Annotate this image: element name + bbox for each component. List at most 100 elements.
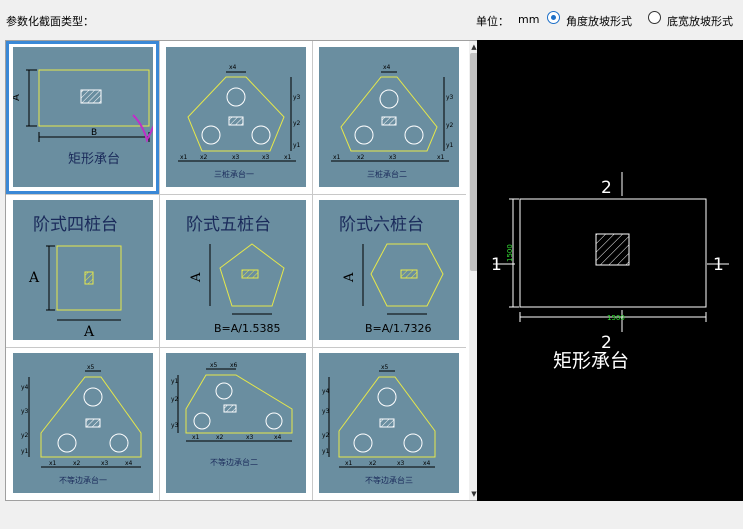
gallery-item-three-pile-cap-1[interactable]: x4 y3 y2 y1 x1 x2 x3 x3 x1 三桩承台一	[159, 41, 312, 194]
svg-text:y3: y3	[171, 422, 179, 429]
thumbnail: A B 矩形承台	[13, 47, 153, 187]
svg-text:y2: y2	[171, 396, 179, 403]
svg-text:x3: x3	[389, 154, 397, 161]
svg-text:x2: x2	[357, 154, 365, 161]
svg-text:x4: x4	[274, 434, 282, 441]
svg-text:x1: x1	[180, 154, 188, 161]
svg-text:A: A	[342, 272, 357, 283]
unequal-cap-3-diagram: x5 y4 y3 y2 y1 x1 x2 x3 x4 不等边承台三	[322, 364, 436, 485]
three-pile-cap-2-diagram: x4 y3 y2 y1 x1 x2 x3 x1 三桩承台二	[331, 64, 454, 179]
thumbnail: x5 y4 y3 y2 y1 x1 x2 x3 x4 不等边承台三	[319, 353, 459, 493]
svg-text:y1: y1	[293, 142, 301, 149]
thumb-title: 三桩承台二	[367, 169, 407, 179]
svg-text:x4: x4	[125, 460, 133, 467]
svg-text:x1: x1	[284, 154, 292, 161]
stepped-four-pile-diagram: 阶式四桩台 A A	[28, 215, 122, 340]
svg-text:y3: y3	[21, 408, 29, 415]
angle-slope-radio[interactable]	[547, 11, 560, 24]
svg-text:x2: x2	[216, 434, 224, 441]
angle-slope-label[interactable]: 角度放坡形式	[566, 13, 632, 29]
section-mark-top: 2	[601, 178, 612, 198]
svg-text:x6: x6	[230, 362, 238, 369]
preview-title: 矩形承台	[553, 350, 629, 372]
svg-text:x2: x2	[200, 154, 208, 161]
thumbnail: x5 y4 y3 y2 y1 x1 x2 x3 x4 不等边承台一	[13, 353, 153, 493]
section-mark-right: 1	[713, 255, 724, 275]
thumbnail: x4 y3 y2 y1 x1 x2 x3 x3 x1 三桩承台一	[166, 47, 306, 187]
unequal-cap-1-diagram: x5 y4 y3 y2 y1 x1 x2 x3 x4 不等边承台一	[21, 364, 142, 485]
section-preview-panel: 2 1 1 2 1500 1500 矩形承台	[477, 40, 743, 501]
thumbnail: x5 x6 y1 y2 y3 x1 x2 x3 x4 不等边承台二	[166, 353, 306, 493]
svg-text:x3: x3	[397, 460, 405, 467]
svg-text:x3: x3	[232, 154, 240, 161]
gallery-item-unequal-cap-3[interactable]: x5 y4 y3 y2 y1 x1 x2 x3 x4 不等边承台三	[312, 347, 465, 500]
svg-text:A: A	[189, 272, 204, 283]
unit-label: 单位：	[476, 15, 509, 28]
bottom-width-slope-radio[interactable]	[648, 11, 661, 24]
svg-text:x4: x4	[423, 460, 431, 467]
height-dim: 1500	[506, 244, 514, 262]
width-dim: 1500	[607, 314, 625, 322]
svg-text:B=A/1.7326: B=A/1.7326	[365, 322, 431, 335]
svg-text:y2: y2	[322, 432, 330, 439]
gallery-item-stepped-four-pile[interactable]: 阶式四桩台 A A	[6, 194, 159, 347]
gallery-item-rect-cap[interactable]: A B 矩形承台	[6, 41, 159, 194]
thumb-title: 阶式四桩台	[33, 215, 118, 235]
dim-B: B	[91, 128, 97, 138]
svg-text:x4: x4	[383, 64, 391, 71]
svg-text:y1: y1	[322, 448, 330, 455]
section-type-gallery: A B 矩形承台 x4 y3 y2 y	[5, 40, 478, 501]
svg-text:x3: x3	[262, 154, 270, 161]
dim-A: A	[13, 94, 22, 101]
svg-text:x2: x2	[369, 460, 377, 467]
svg-text:x1: x1	[345, 460, 353, 467]
unit-value: mm	[518, 13, 540, 26]
svg-text:y2: y2	[293, 120, 301, 127]
svg-text:x5: x5	[381, 364, 389, 371]
svg-text:B=A/1.5385: B=A/1.5385	[214, 322, 280, 335]
svg-text:x3: x3	[246, 434, 254, 441]
svg-text:x1: x1	[49, 460, 57, 467]
svg-text:x1: x1	[333, 154, 341, 161]
svg-text:y4: y4	[322, 388, 330, 395]
thumb-title: 三桩承台一	[214, 169, 254, 179]
stepped-six-pile-diagram: 阶式六桩台 A B=A/1.7326	[339, 215, 444, 335]
thumb-title: 阶式五桩台	[186, 215, 271, 235]
svg-text:y4: y4	[21, 384, 29, 391]
gallery-item-stepped-five-pile[interactable]: 阶式五桩台 A B=A/1.5385	[159, 194, 312, 347]
svg-text:x4: x4	[229, 64, 237, 71]
thumbnail: 阶式五桩台 A B=A/1.5385	[166, 200, 306, 340]
three-pile-cap-1-diagram: x4 y3 y2 y1 x1 x2 x3 x3 x1 三桩承台一	[178, 64, 301, 179]
bottom-width-slope-label[interactable]: 底宽放坡形式	[667, 13, 733, 29]
thumb-title: 不等边承台三	[365, 475, 413, 485]
unequal-cap-2-diagram: x5 x6 y1 y2 y3 x1 x2 x3 x4 不等边承台二	[171, 362, 293, 467]
thumbnail: 阶式四桩台 A A	[13, 200, 153, 340]
thumbnail: x4 y3 y2 y1 x1 x2 x3 x1 三桩承台二	[319, 47, 459, 187]
svg-text:y1: y1	[171, 378, 179, 385]
svg-text:x3: x3	[101, 460, 109, 467]
stepped-five-pile-diagram: 阶式五桩台 A B=A/1.5385	[186, 215, 285, 335]
gallery-item-stepped-six-pile[interactable]: 阶式六桩台 A B=A/1.7326	[312, 194, 465, 347]
gallery-item-unequal-cap-1[interactable]: x5 y4 y3 y2 y1 x1 x2 x3 x4 不等边承台一	[6, 347, 159, 500]
top-bar: 参数化截面类型： 单位： mm 角度放坡形式 底宽放坡形式	[0, 0, 743, 38]
pile-hatch	[595, 233, 630, 266]
svg-text:x5: x5	[210, 362, 218, 369]
section-type-label: 参数化截面类型：	[6, 15, 94, 28]
svg-text:y3: y3	[322, 408, 330, 415]
preview-drawing: 2 1 1 2 1500 1500 矩形承台	[491, 172, 729, 372]
rect-cap-diagram: A B 矩形承台	[13, 69, 153, 167]
gallery-item-unequal-cap-2[interactable]: x5 x6 y1 y2 y3 x1 x2 x3 x4 不等边承台二	[159, 347, 312, 500]
svg-text:x5: x5	[87, 364, 95, 371]
thumb-title: 阶式六桩台	[339, 215, 424, 235]
gallery-item-three-pile-cap-2[interactable]: x4 y3 y2 y1 x1 x2 x3 x1 三桩承台二	[312, 41, 465, 194]
thumb-title: 矩形承台	[68, 152, 120, 167]
svg-text:x1: x1	[437, 154, 445, 161]
section-mark-left: 1	[491, 255, 502, 275]
thumb-title: 不等边承台一	[59, 475, 107, 485]
svg-text:A: A	[83, 324, 95, 340]
svg-text:y2: y2	[446, 122, 454, 129]
thumb-title: 不等边承台二	[210, 457, 258, 467]
svg-text:y3: y3	[446, 94, 454, 101]
svg-text:x2: x2	[73, 460, 81, 467]
thumbnail: 阶式六桩台 A B=A/1.7326	[319, 200, 459, 340]
